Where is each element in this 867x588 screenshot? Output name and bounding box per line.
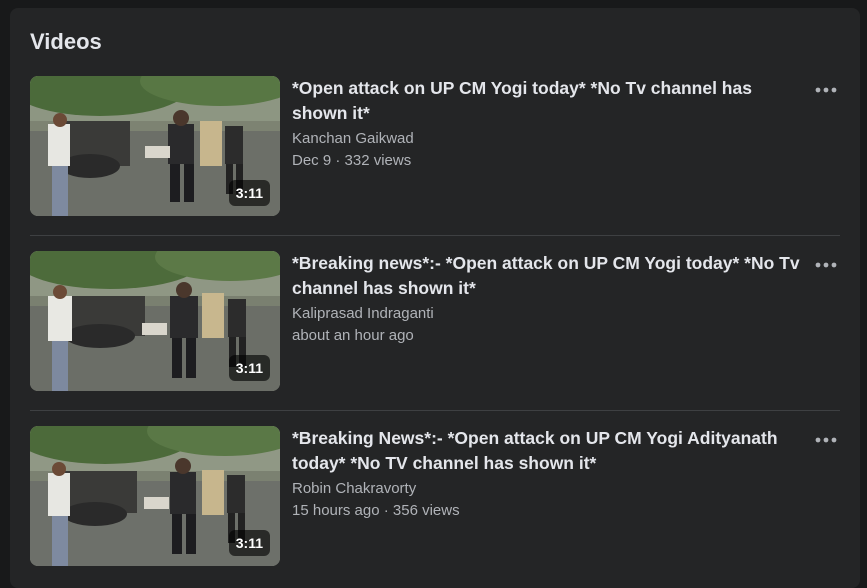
video-duration: 3:11 [228, 530, 270, 556]
divider [30, 410, 840, 411]
video-title[interactable]: *Breaking news*:- *Open attack on UP CM … [292, 251, 807, 301]
section-title: Videos [30, 29, 102, 54]
more-options-button[interactable] [812, 257, 840, 273]
more-horizontal-icon [815, 87, 837, 93]
video-meta: about an hour ago [292, 327, 414, 344]
video-thumbnail[interactable]: 3:11 [30, 76, 280, 216]
channel-name[interactable]: Robin Chakravorty [292, 478, 807, 500]
divider [30, 235, 840, 236]
more-options-button[interactable] [812, 432, 840, 448]
more-options-button[interactable] [812, 82, 840, 98]
videos-panel: Videos 3:11 *Open attack on UP CM Yogi t… [10, 8, 860, 588]
video-info: *Open attack on UP CM Yogi today* *No Tv… [292, 76, 807, 172]
video-info: *Breaking News*:- *Open attack on UP CM … [292, 426, 807, 522]
video-duration: 3:11 [228, 180, 270, 206]
video-item[interactable]: 3:11 *Open attack on UP CM Yogi today* *… [30, 76, 840, 216]
video-title[interactable]: *Breaking News*:- *Open attack on UP CM … [292, 426, 807, 476]
more-horizontal-icon [815, 437, 837, 443]
video-meta: Dec 9 · 332 views [292, 152, 412, 169]
video-thumbnail[interactable]: 3:11 [30, 251, 280, 391]
more-horizontal-icon [815, 262, 837, 268]
video-thumbnail[interactable]: 3:11 [30, 426, 280, 566]
channel-name[interactable]: Kaliprasad Indraganti [292, 303, 807, 325]
video-item[interactable]: 3:11 *Breaking News*:- *Open attack on U… [30, 426, 840, 566]
channel-name[interactable]: Kanchan Gaikwad [292, 128, 807, 150]
video-info: *Breaking news*:- *Open attack on UP CM … [292, 251, 807, 347]
video-item[interactable]: 3:11 *Breaking news*:- *Open attack on U… [30, 251, 840, 391]
video-meta: 15 hours ago · 356 views [292, 502, 460, 519]
video-title[interactable]: *Open attack on UP CM Yogi today* *No Tv… [292, 76, 807, 126]
video-duration: 3:11 [228, 355, 270, 381]
